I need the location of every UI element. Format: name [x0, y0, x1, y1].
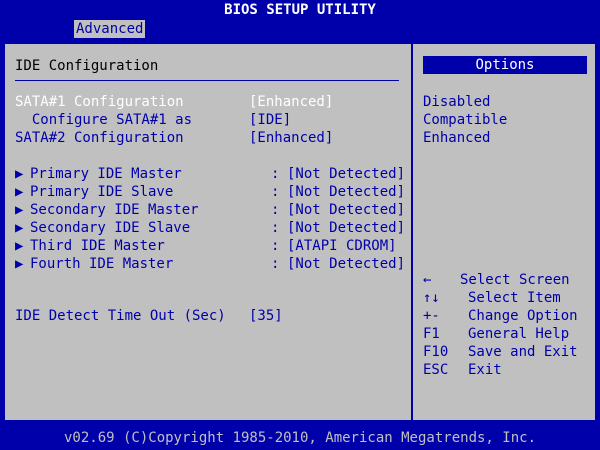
help-pane: Options Disabled Compatible Enhanced ← S…: [413, 44, 595, 420]
setting-label: IDE Detect Time Out (Sec): [15, 308, 226, 324]
f1-key: F1: [423, 326, 440, 342]
f10-key: F10: [423, 344, 449, 360]
main-panel: IDE Configuration SATA#1 Configuration […: [3, 42, 597, 422]
device-third-ide-master[interactable]: ▶ Third IDE Master : [ATAPI CDROM]: [15, 238, 397, 255]
device-value: [Not Detected]: [287, 202, 406, 218]
submenu-arrow-icon: ▶: [15, 220, 24, 236]
setting-value[interactable]: [IDE]: [249, 112, 291, 129]
up-down-arrow-key-icon: ↑↓: [423, 290, 440, 306]
setting-ide-detect-timeout[interactable]: IDE Detect Time Out (Sec) [35]: [15, 308, 283, 325]
setting-value[interactable]: [35]: [249, 308, 283, 325]
option-compatible: Compatible: [423, 112, 508, 128]
device-secondary-ide-slave[interactable]: ▶ Secondary IDE Slave : [Not Detected]: [15, 220, 405, 237]
submenu-arrow-icon: ▶: [15, 256, 24, 272]
submenu-arrow-icon: ▶: [15, 238, 24, 254]
device-value: [ATAPI CDROM]: [287, 238, 397, 254]
options-header: Options: [423, 56, 587, 74]
device-value: [Not Detected]: [287, 166, 406, 182]
copyright-footer: v02.69 (C)Copyright 1985-2010, American …: [0, 428, 600, 448]
section-title: IDE Configuration: [15, 58, 159, 74]
key-hint-select-screen: ← Select Screen: [423, 272, 570, 289]
setting-value[interactable]: [Enhanced]: [249, 130, 333, 147]
device-fourth-ide-master[interactable]: ▶ Fourth IDE Master : [Not Detected]: [15, 256, 405, 273]
setting-label: SATA#1 Configuration: [15, 94, 184, 110]
setting-label: SATA#2 Configuration: [15, 130, 184, 146]
key-description: Select Screen: [460, 272, 570, 288]
key-hint-exit: ESC Exit: [423, 362, 502, 379]
device-value: [Not Detected]: [287, 256, 406, 272]
settings-pane: IDE Configuration SATA#1 Configuration […: [5, 44, 411, 420]
device-label: Secondary IDE Slave: [30, 220, 191, 236]
key-hint-change-option: +- Change Option: [423, 308, 578, 325]
key-hint-save-exit: F10 Save and Exit: [423, 344, 578, 361]
setting-value[interactable]: [Enhanced]: [249, 94, 333, 111]
device-label: Fourth IDE Master: [30, 256, 174, 272]
section-divider: [15, 80, 399, 81]
device-label: Third IDE Master: [30, 238, 165, 254]
key-description: Exit: [468, 362, 502, 378]
device-separator: :: [271, 256, 280, 272]
setting-configure-sata1-as[interactable]: Configure SATA#1 as [IDE]: [15, 112, 291, 129]
key-description: Select Item: [468, 290, 561, 306]
window-title: BIOS SETUP UTILITY: [0, 0, 600, 20]
key-description: Change Option: [468, 308, 578, 324]
setting-label: Configure SATA#1 as: [15, 112, 193, 128]
device-primary-ide-master[interactable]: ▶ Primary IDE Master : [Not Detected]: [15, 166, 405, 183]
device-separator: :: [271, 202, 280, 218]
left-arrow-key-icon: ←: [423, 272, 432, 288]
device-value: [Not Detected]: [287, 184, 406, 200]
menu-bar: Advanced: [0, 20, 600, 38]
tab-advanced[interactable]: Advanced: [74, 20, 146, 38]
option-disabled: Disabled: [423, 94, 491, 110]
device-separator: :: [271, 166, 280, 182]
plus-minus-key: +-: [423, 308, 440, 324]
device-separator: :: [271, 184, 280, 200]
setting-sata1-configuration[interactable]: SATA#1 Configuration [Enhanced]: [15, 94, 333, 111]
key-description: Save and Exit: [468, 344, 578, 360]
device-label: Primary IDE Master: [30, 166, 182, 182]
device-primary-ide-slave[interactable]: ▶ Primary IDE Slave : [Not Detected]: [15, 184, 405, 201]
device-secondary-ide-master[interactable]: ▶ Secondary IDE Master : [Not Detected]: [15, 202, 405, 219]
submenu-arrow-icon: ▶: [15, 166, 24, 182]
device-label: Secondary IDE Master: [30, 202, 199, 218]
esc-key: ESC: [423, 362, 449, 378]
key-hint-general-help: F1 General Help: [423, 326, 569, 343]
option-enhanced: Enhanced: [423, 130, 491, 146]
device-value: [Not Detected]: [287, 220, 406, 236]
setting-sata2-configuration[interactable]: SATA#2 Configuration [Enhanced]: [15, 130, 333, 147]
submenu-arrow-icon: ▶: [15, 184, 24, 200]
device-separator: :: [271, 238, 280, 254]
key-description: General Help: [468, 326, 570, 342]
submenu-arrow-icon: ▶: [15, 202, 24, 218]
device-separator: :: [271, 220, 280, 236]
device-label: Primary IDE Slave: [30, 184, 174, 200]
key-hint-select-item: ↑↓ Select Item: [423, 290, 561, 307]
